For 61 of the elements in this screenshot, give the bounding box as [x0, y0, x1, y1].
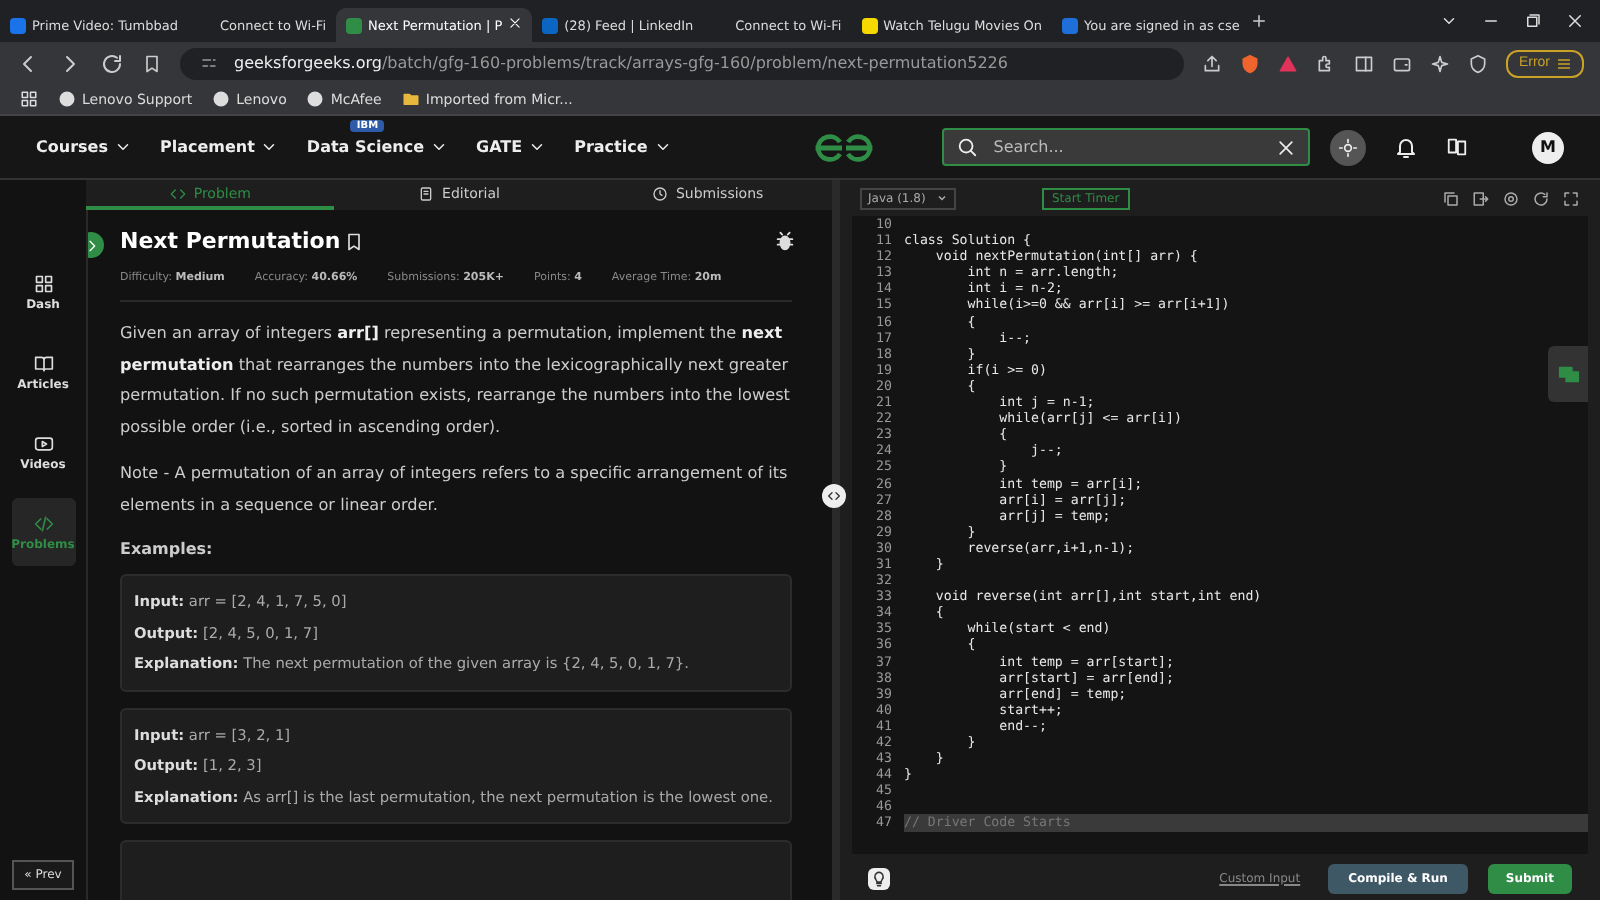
search-icon: [955, 136, 978, 158]
reset-icon[interactable]: [1532, 189, 1550, 207]
chat-button[interactable]: [1548, 346, 1588, 402]
code-icon: [33, 513, 53, 533]
share-icon[interactable]: [1202, 53, 1223, 73]
search-bar[interactable]: Search...: [941, 128, 1310, 166]
site-settings-icon: [200, 54, 218, 72]
triangle-icon[interactable]: [1278, 53, 1299, 73]
problem-text: Note - A permutation of an array of integers refers to a specific arrangement of its elements in a sequence or linear order.: [120, 460, 790, 518]
new-tab-icon[interactable]: [1249, 12, 1268, 30]
problem-text: Given an array of integers arr[] representing a permutation, implement the next permutation that rearranges the numbers into the lexicographically next greater permutation. If no such permutation exists, rearrange the numbers into the lowest possible order (i.e., sorted in ascending order).: [120, 320, 792, 440]
chevron-down-icon[interactable]: [1440, 12, 1458, 30]
shield-icon[interactable]: [1240, 53, 1261, 73]
resize-icon: [826, 488, 842, 504]
chevron-down-icon[interactable]: [113, 138, 132, 156]
bug-icon[interactable]: [774, 230, 796, 252]
section-heading: Examples:: [120, 540, 215, 558]
theme-toggle[interactable]: [1330, 129, 1366, 165]
bookmark-icon[interactable]: [344, 231, 365, 251]
book-icon: [33, 353, 53, 373]
hint-button[interactable]: [868, 867, 890, 889]
nav-menu[interactable]: Courses: [36, 138, 132, 156]
chevron-down-icon[interactable]: [653, 138, 672, 156]
user-avatar[interactable]: M: [1532, 131, 1564, 163]
translate-icon[interactable]: [1446, 136, 1468, 158]
nav-menu[interactable]: Placement: [159, 138, 279, 156]
menu-icon: [1556, 55, 1572, 71]
problem-title: Next Permutation: [120, 228, 341, 254]
wallet-icon[interactable]: [1392, 53, 1413, 73]
fullscreen-icon[interactable]: [1562, 189, 1580, 207]
sidebar-icon[interactable]: [1354, 53, 1375, 73]
export-icon[interactable]: [1472, 189, 1490, 207]
bookmark-icon[interactable]: [142, 53, 162, 73]
address-bar[interactable]: geeksforgeeks.org/batch/gfg-160-problems/track/arrays-gfg-160/problem/next-permutation5226: [180, 47, 1185, 79]
clock-icon: [651, 185, 668, 201]
apps-icon[interactable]: [20, 90, 38, 108]
document-icon: [418, 185, 435, 201]
shield-icon[interactable]: [1468, 53, 1489, 73]
logo-icon[interactable]: [811, 131, 876, 163]
sun-icon: [1338, 137, 1358, 157]
nav-menu[interactable]: Practice: [574, 138, 672, 156]
reload-icon[interactable]: [100, 51, 124, 75]
copy-icon[interactable]: [1442, 189, 1460, 207]
close-icon[interactable]: [1566, 12, 1584, 30]
chat-icon: [1557, 363, 1579, 385]
chevron-down-icon[interactable]: [528, 138, 547, 156]
video-icon: [33, 433, 53, 453]
sparkle-icon[interactable]: [1430, 53, 1451, 73]
chevron-down-icon[interactable]: [260, 138, 279, 156]
bell-icon[interactable]: [1394, 135, 1418, 159]
grid-icon: [33, 273, 53, 293]
restore-icon[interactable]: [1524, 12, 1542, 30]
folder-icon: [401, 90, 420, 108]
caret-icon: [936, 192, 948, 204]
close-icon[interactable]: [1276, 137, 1296, 157]
lightbulb-icon: [870, 869, 888, 887]
nav-menu[interactable]: GATE: [476, 138, 547, 156]
settings-icon[interactable]: [1502, 189, 1520, 207]
search-field[interactable]: Search...: [989, 136, 1264, 158]
chevron-down-icon[interactable]: [430, 138, 449, 156]
code-icon: [169, 185, 186, 201]
